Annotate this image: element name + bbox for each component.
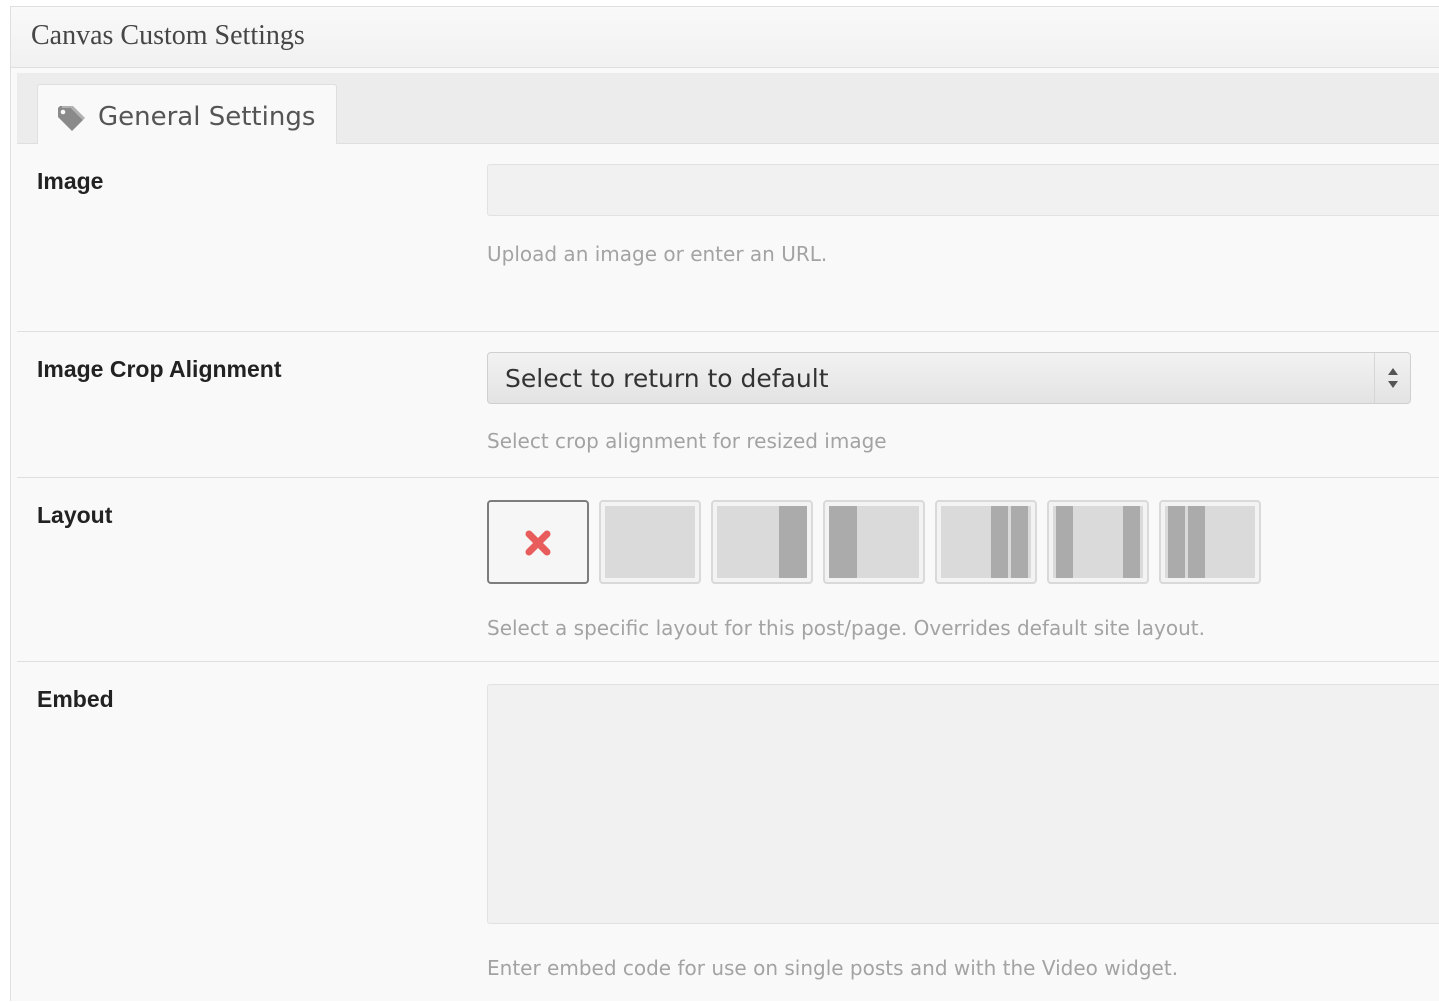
tag-icon	[58, 106, 85, 131]
image-description: Upload an image or enter an URL.	[487, 242, 828, 266]
layout-option-two-col-right[interactable]	[823, 500, 925, 584]
tab-general-settings[interactable]: General Settings	[37, 84, 337, 144]
field-row-image: Image Upload an image or enter an URL.	[17, 144, 1439, 332]
layout-sidebar-content-sidebar-icon	[1053, 506, 1143, 578]
tab-bar: General Settings	[17, 73, 1439, 144]
crop-alignment-selected: Select to return to default	[505, 364, 829, 393]
layout-content-sidebar-sidebar-icon	[941, 506, 1031, 578]
layout-sidebar-sidebar-content-icon	[1165, 506, 1255, 578]
image-label: Image	[37, 168, 104, 194]
embed-description: Enter embed code for use on single posts…	[487, 956, 1179, 980]
embed-code-textarea[interactable]	[487, 684, 1439, 924]
panel-title: Canvas Custom Settings	[31, 20, 305, 51]
crop-alignment-select[interactable]: Select to return to default	[487, 352, 1411, 404]
layout-description: Select a specific layout for this post/p…	[487, 616, 1205, 640]
layout-label: Layout	[37, 502, 113, 528]
layout-option-default[interactable]	[487, 500, 589, 584]
layout-sidebar-content-icon	[829, 506, 919, 578]
layout-option-three-col-left[interactable]	[935, 500, 1037, 584]
layout-option-three-col-right[interactable]	[1159, 500, 1261, 584]
layout-option-three-col-middle[interactable]	[1047, 500, 1149, 584]
image-url-input[interactable]	[487, 164, 1439, 216]
panel-header: Canvas Custom Settings	[11, 7, 1439, 68]
close-icon	[525, 530, 551, 556]
embed-label: Embed	[37, 686, 114, 712]
custom-settings-panel: Canvas Custom Settings General Settings …	[10, 6, 1439, 1001]
field-row-embed: Embed Enter embed code for use on single…	[17, 662, 1439, 1002]
layout-option-two-col-left[interactable]	[711, 500, 813, 584]
crop-alignment-description: Select crop alignment for resized image	[487, 429, 887, 453]
layout-option-one-col[interactable]	[599, 500, 701, 584]
crop-alignment-label: Image Crop Alignment	[37, 356, 282, 382]
layout-one-column-icon	[605, 506, 695, 578]
field-row-layout: Layout Select a specific layout for this…	[17, 478, 1439, 662]
field-row-crop-alignment: Image Crop Alignment Select to return to…	[17, 332, 1439, 478]
layout-content-sidebar-icon	[717, 506, 807, 578]
tab-label: General Settings	[98, 102, 316, 132]
select-arrows-icon	[1374, 353, 1410, 403]
